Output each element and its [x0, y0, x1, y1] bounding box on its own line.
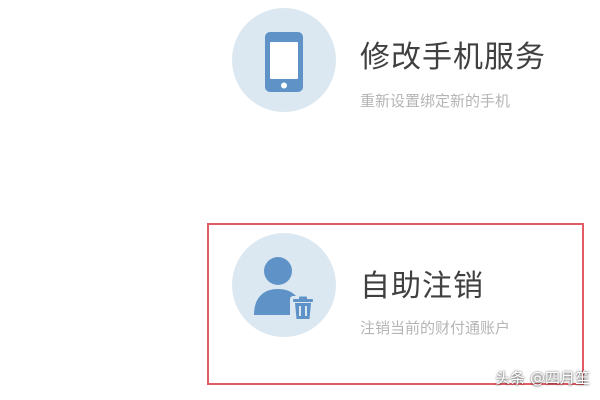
change-phone-service[interactable]: 修改手机服务 重新设置绑定新的手机 — [232, 8, 592, 118]
self-cancel-service[interactable]: 自助注销 注销当前的财付通账户 — [232, 233, 592, 343]
watermark: 头条 @四月笙 — [495, 369, 590, 387]
user-delete-icon — [232, 233, 336, 337]
self-cancel-description: 注销当前的财付通账户 — [360, 319, 511, 337]
change-phone-title: 修改手机服务 — [360, 40, 546, 75]
self-cancel-title: 自助注销 — [360, 269, 484, 304]
account-services-page: 修改手机服务 重新设置绑定新的手机 自助注销 注销当前的财付通账户 头条 @四月… — [0, 0, 600, 400]
change-phone-description: 重新设置绑定新的手机 — [360, 92, 511, 110]
phone-icon — [232, 8, 336, 112]
